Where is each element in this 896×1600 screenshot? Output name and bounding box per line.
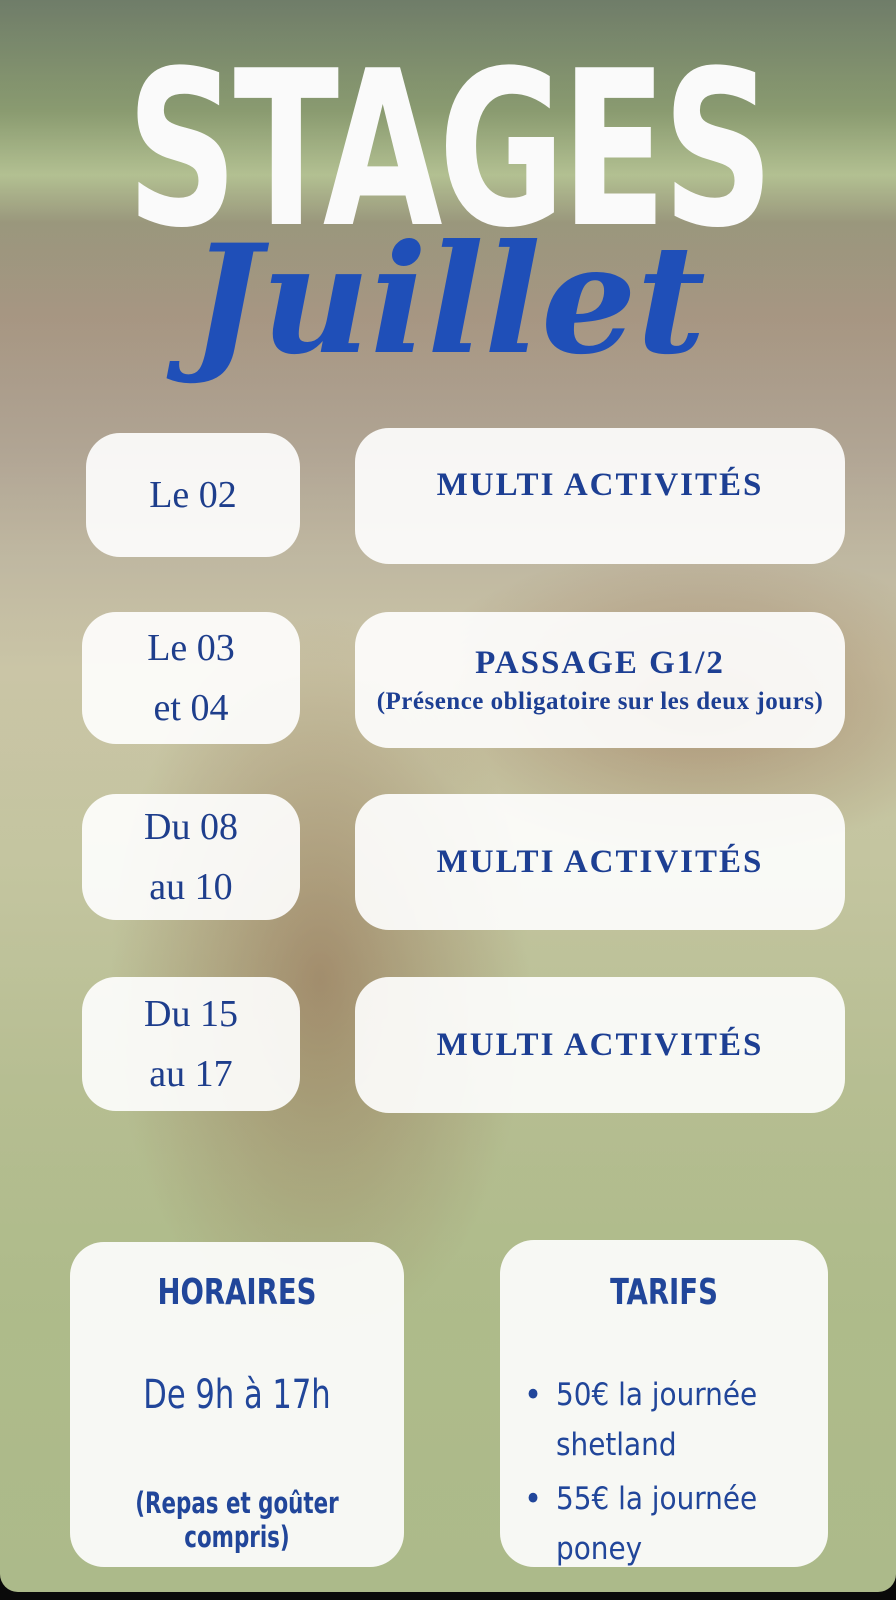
poster: STAGES Juillet Le 02 MULTI ACTIVITÉS Le …	[0, 0, 896, 1592]
date-line: au 17	[149, 1053, 233, 1095]
tarifs-box: TARIFS 50€ la journée shetland 55€ la jo…	[500, 1240, 828, 1567]
date-line: Du 15	[144, 993, 238, 1035]
date-line: Le 02	[149, 474, 237, 516]
activity-pill: MULTI ACTIVITÉS	[355, 977, 845, 1113]
activity-pill: PASSAGE G1/2 (Présence obligatoire sur l…	[355, 612, 845, 748]
date-line: et 04	[153, 687, 229, 729]
activity-label: MULTI ACTIVITÉS	[436, 466, 764, 503]
tarif-item: 50€ la journée shetland	[524, 1370, 816, 1470]
activity-label: MULTI ACTIVITÉS	[436, 843, 764, 880]
tarifs-title: TARIFS	[610, 1272, 718, 1313]
title-month: Juillet	[190, 212, 706, 388]
horaires-note: (Repas et goûter compris)	[135, 1486, 339, 1554]
date-pill: Le 02	[86, 433, 300, 557]
date-pill: Du 08 au 10	[82, 794, 300, 920]
activity-pill: MULTI ACTIVITÉS	[355, 794, 845, 930]
date-line: Du 08	[144, 806, 238, 848]
date-pill: Du 15 au 17	[82, 977, 300, 1111]
activity-label: MULTI ACTIVITÉS	[436, 1026, 764, 1063]
date-line: Le 03	[147, 627, 235, 669]
date-pill: Le 03 et 04	[82, 612, 300, 744]
activity-label: PASSAGE G1/2	[475, 645, 725, 681]
date-line: au 10	[149, 866, 233, 908]
activity-pill: MULTI ACTIVITÉS	[355, 428, 845, 564]
horaires-hours: De 9h à 17h	[143, 1372, 331, 1418]
horaires-box: HORAIRES De 9h à 17h (Repas et goûter co…	[70, 1242, 404, 1567]
tarif-item: 55€ la journée poney	[524, 1474, 836, 1574]
tarifs-list: 50€ la journée shetland 55€ la journée p…	[520, 1370, 836, 1574]
activity-note: (Présence obligatoire sur les deux jours…	[376, 688, 824, 715]
horaires-title: HORAIRES	[157, 1272, 317, 1313]
